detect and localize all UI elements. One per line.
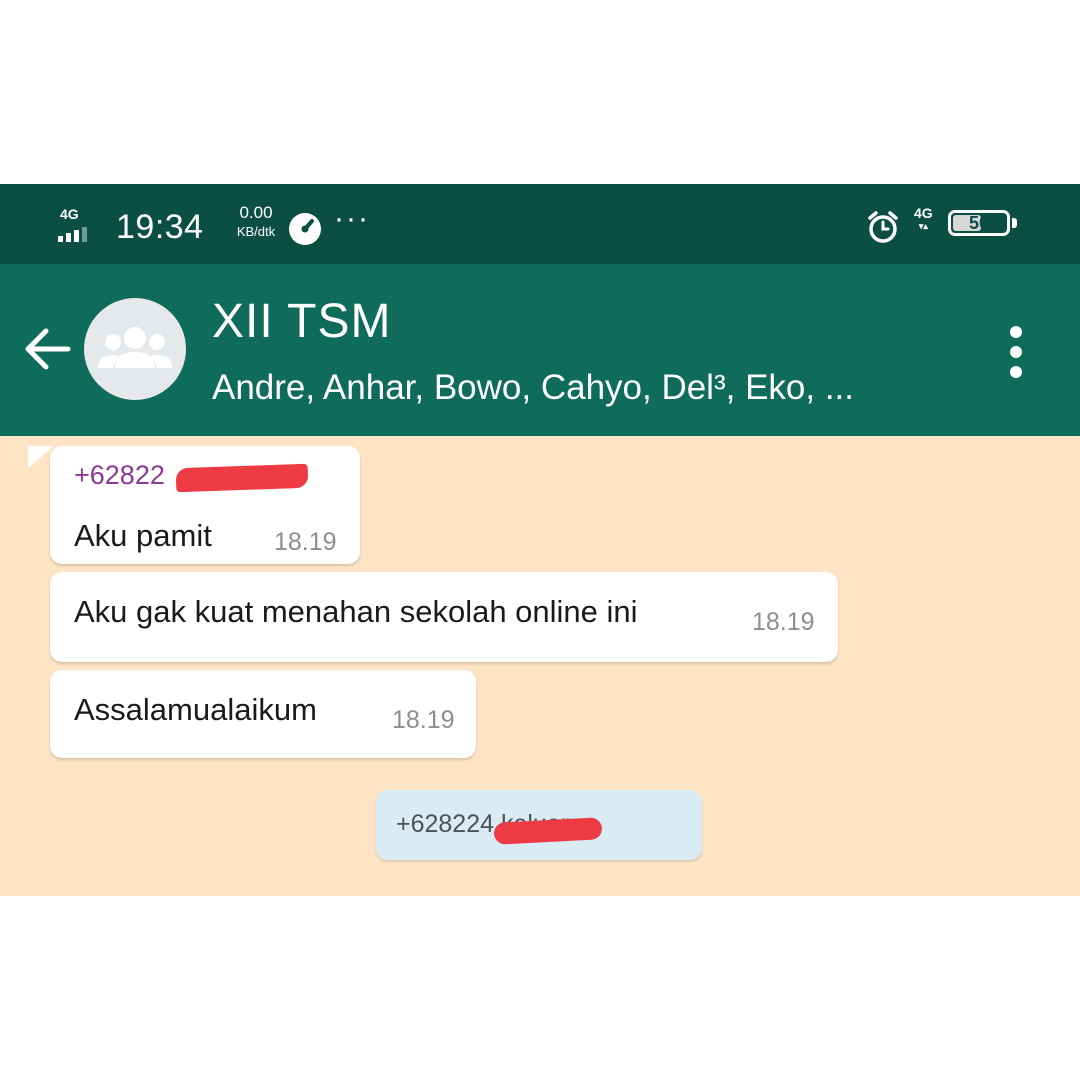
redaction-mark [175, 463, 309, 493]
status-bar: 4G 19:34 0.00 KB/dtk ··· 4G ▾▴ 50 [0, 184, 1080, 264]
battery-level: 50 [968, 213, 990, 233]
network-type-right: 4G ▾▴ [914, 205, 933, 231]
chat-area[interactable]: +62822 Aku pamit 18.19 Aku gak kuat mena… [0, 436, 1080, 896]
message-text: Aku pamit [74, 518, 212, 553]
battery-icon: 50 [948, 210, 1010, 236]
signal-icon: 4G [56, 206, 104, 246]
vertical-dots-icon[interactable] [1004, 324, 1028, 380]
network-speed: 0.00 KB/dtk [226, 204, 286, 238]
network-type-left: 4G [60, 206, 79, 222]
more-notifications-icon: ··· [334, 202, 370, 235]
clock: 19:34 [116, 208, 204, 246]
speed-value: 0.00 [239, 203, 273, 222]
chat-header: XII TSM Andre, Anhar, Bowo, Cahyo, Del³,… [0, 264, 1080, 436]
message-bubble[interactable]: Aku gak kuat menahan sekolah online ini … [50, 572, 838, 662]
alarm-clock-icon [868, 211, 898, 243]
message-bubble[interactable]: +62822 Aku pamit 18.19 [50, 446, 360, 564]
group-avatar-icon [98, 327, 172, 368]
message-time: 18.19 [392, 706, 455, 734]
message-time: 18.19 [752, 608, 815, 636]
gauge-icon [289, 213, 321, 245]
redaction-mark [493, 817, 603, 845]
arrow-left-icon[interactable] [20, 322, 74, 376]
screenshot-frame: 4G 19:34 0.00 KB/dtk ··· 4G ▾▴ 50 XII TS… [0, 184, 1080, 896]
network-type-right-label: 4G [914, 205, 933, 221]
message-text: Aku gak kuat menahan sekolah online ini [74, 594, 638, 629]
group-members[interactable]: Andre, Anhar, Bowo, Cahyo, Del³, Eko, ..… [212, 368, 854, 408]
message-bubble[interactable]: Assalamualaikum 18.19 [50, 670, 476, 758]
message-text: Assalamualaikum [74, 692, 317, 727]
group-title[interactable]: XII TSM [212, 294, 391, 349]
battery-tip [1012, 218, 1017, 228]
message-time: 18.19 [274, 528, 337, 556]
system-notice: +628224 keluar [376, 790, 702, 860]
group-avatar[interactable] [84, 298, 186, 400]
speed-unit: KB/dtk [236, 224, 276, 239]
sender-phone[interactable]: +62822 [74, 460, 165, 491]
